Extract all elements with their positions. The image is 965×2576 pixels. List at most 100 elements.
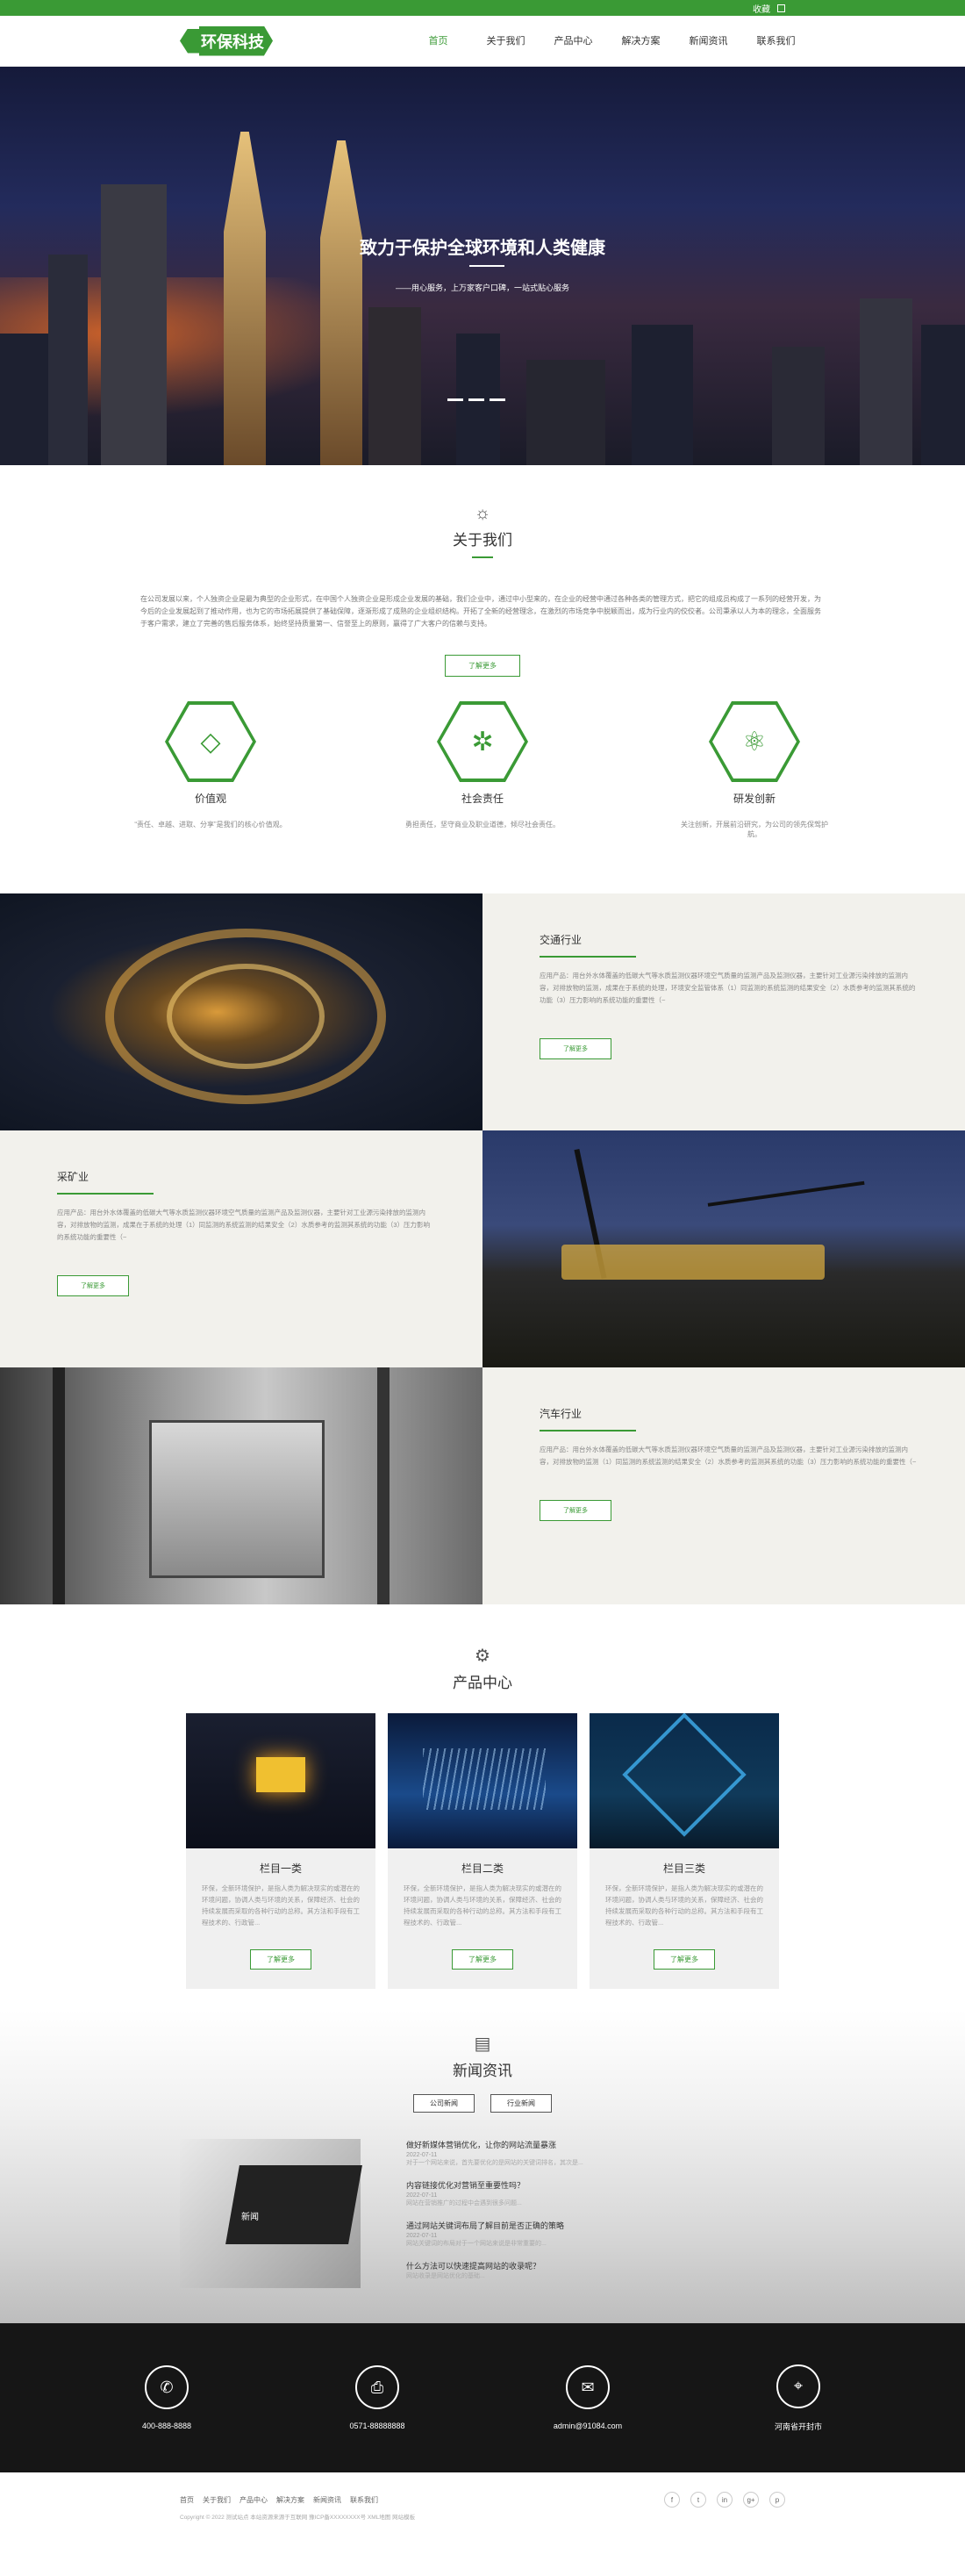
hero-divider xyxy=(469,265,504,267)
copyright: Copyright © 2022 测试站点 本站资源来源于互联网 豫ICP备XX… xyxy=(180,2515,416,2521)
news-body: 新闻 做好新媒体营销优化，让你的网站流量暴涨 2022-07-11 对于一个网站… xyxy=(180,2139,785,2293)
sun-icon: ☼ xyxy=(474,504,491,523)
factory-equipment-image xyxy=(0,1367,482,1604)
main-nav: 首页 关于我们 产品中心 解决方案 新闻资讯 联系我们 xyxy=(404,16,810,67)
news-item[interactable]: 通过网站关键词布局了解目前是否正确的策略 2022-07-11 网站关键词的布局… xyxy=(406,2220,785,2248)
twin-tower-left xyxy=(224,132,266,465)
building-silhouette xyxy=(0,334,53,465)
google-plus-icon[interactable]: g+ xyxy=(743,2492,759,2508)
nav-item-contact[interactable]: 联系我们 xyxy=(742,16,810,67)
about-section: ☼ 关于我们 在公司发展以来，个人独资企业是最为典型的企业形式，在中国个人独资企… xyxy=(0,465,965,893)
nav-item-solutions[interactable]: 解决方案 xyxy=(607,16,675,67)
tab-company-news[interactable]: 公司新闻 xyxy=(413,2094,475,2113)
industry-more-button[interactable]: 了解更多 xyxy=(57,1275,129,1296)
favorite-link[interactable]: 收藏 xyxy=(753,2,770,15)
gears-icon: ⚙ xyxy=(475,1647,490,1666)
news-item-date: 2022-07-11 xyxy=(406,2192,438,2199)
nav-item-news[interactable]: 新闻资讯 xyxy=(675,16,742,67)
carousel-dot[interactable] xyxy=(468,398,484,401)
value-item: ✲ 社会责任 勇担责任，坚守商业及职业道德，倾尽社会责任。 xyxy=(404,701,561,839)
about-title: 关于我们 xyxy=(453,532,512,549)
news-item-title: 内容链接优化对营销至重要性吗？ xyxy=(406,2181,525,2190)
nav-item-about[interactable]: 关于我们 xyxy=(472,16,540,67)
carousel-dot[interactable] xyxy=(490,398,505,401)
product-more-button[interactable]: 了解更多 xyxy=(250,1949,311,1970)
value-title: 社会责任 xyxy=(461,793,504,805)
news-item-date: 2022-07-11 xyxy=(406,2152,438,2158)
product-image-digital xyxy=(388,1713,577,1848)
industry-underline xyxy=(540,956,636,958)
product-card[interactable]: 栏目一类 环保，全新环境保护，是指人类为解决现实的或潜在的环境问题，协调人类与环… xyxy=(186,1713,375,1989)
product-more-button[interactable]: 了解更多 xyxy=(452,1949,513,1970)
value-desc: “责任、卓越、进取、分享”是我们的核心价值观。 xyxy=(134,821,287,829)
industry-underline xyxy=(57,1193,154,1195)
carousel-dots xyxy=(447,398,505,401)
building-silhouette xyxy=(772,347,825,465)
about-more-button[interactable]: 了解更多 xyxy=(445,655,520,677)
news-section: ▤ 新闻资讯 公司新闻 行业新闻 新闻 做好新媒体营销优化，让你的网站流量暴涨 … xyxy=(0,2010,965,2323)
twitter-icon[interactable]: t xyxy=(690,2492,706,2508)
industry-text: 采矿业 应用产品：用台外水体覆盖的低碳大气等水质监测仪器环境空气质量的监测产品及… xyxy=(0,1130,482,1367)
news-item[interactable]: 什么方法可以快速提高网站的收录呢？ 网站收录是网站优化的基础... xyxy=(406,2260,785,2280)
contact-mail-text: admin@91084.com xyxy=(553,2422,623,2430)
footer-link-solutions[interactable]: 解决方案 xyxy=(276,2495,304,2505)
news-image-caption: 新闻 xyxy=(241,2213,259,2222)
product-more-button[interactable]: 了解更多 xyxy=(654,1949,715,1970)
product-title: 栏目二类 xyxy=(461,1862,504,1875)
industry-more-button[interactable]: 了解更多 xyxy=(540,1038,611,1059)
nav-item-products[interactable]: 产品中心 xyxy=(540,16,607,67)
hero-banner: 致力于保护全球环境和人类健康 ——用心服务，上万家客户口碑，一站式贴心服务 xyxy=(0,67,965,465)
tab-industry-news[interactable]: 行业新闻 xyxy=(490,2094,552,2113)
product-card[interactable]: 栏目二类 环保，全新环境保护，是指人类为解决现实的或潜在的环境问题，协调人类与环… xyxy=(388,1713,577,1989)
news-item-desc: 网站在营销推广的过程中会遇到很多问题... xyxy=(406,2200,522,2206)
carousel-dot[interactable] xyxy=(447,398,463,401)
hexagon-frame: ✲ xyxy=(437,701,528,782)
news-item-desc: 网站收录是网站优化的基础... xyxy=(406,2273,485,2279)
footer-link-contact[interactable]: 联系我们 xyxy=(350,2495,378,2505)
twin-tower-right xyxy=(320,140,362,465)
contact-fax-text: 0571-88888888 xyxy=(349,2422,405,2430)
close-icon[interactable] xyxy=(777,4,785,12)
footer-link-home[interactable]: 首页 xyxy=(180,2495,194,2505)
news-item[interactable]: 内容链接优化对营销至重要性吗？ 2022-07-11 网站在营销推广的过程中会遇… xyxy=(406,2179,785,2207)
footer-link-about[interactable]: 关于我们 xyxy=(203,2495,231,2505)
industry-desc: 应用产品：用台外水体覆盖的低碳大气等水质监测仪器环境空气质量的监测产品及监测仪器… xyxy=(57,1209,431,1241)
value-item: ⚛ 研发创新 关注创新，开展前沿研究，为公司的领先保驾护航。 xyxy=(676,701,833,839)
products-section: ⚙ 产品中心 栏目一类 环保，全新环境保护，是指人类为解决现实的或潜在的环境问题… xyxy=(0,1604,965,2010)
phone-icon: ✆ xyxy=(145,2365,189,2409)
contact-location: ⌖ 河南省开封市 xyxy=(750,2364,847,2432)
product-card[interactable]: 栏目三类 环保，全新环境保护，是指人类为解决现实的或潜在的环境问题，协调人类与环… xyxy=(590,1713,779,1989)
mail-icon: ✉ xyxy=(566,2365,610,2409)
industry-more-button[interactable]: 了解更多 xyxy=(540,1500,611,1521)
nav-item-home[interactable]: 首页 xyxy=(404,16,472,67)
facebook-icon[interactable]: f xyxy=(664,2492,680,2508)
contact-phone: ✆ 400-888-8888 xyxy=(118,2365,215,2430)
industry-row-mining: 采矿业 应用产品：用台外水体覆盖的低碳大气等水质监测仪器环境空气质量的监测产品及… xyxy=(0,1130,965,1367)
industry-text: 交通行业 应用产品：用台外水体覆盖的低碳大气等水质监测仪器环境空气质量的监测产品… xyxy=(482,893,965,1130)
industry-text: 汽车行业 应用产品：用台外水体覆盖的低碳大气等水质监测仪器环境空气质量的监测产品… xyxy=(482,1367,965,1604)
fax-icon: ⎙ xyxy=(355,2365,399,2409)
building-silhouette xyxy=(632,325,693,465)
news-feature-image[interactable]: 新闻 xyxy=(180,2139,362,2288)
news-item-date: 2022-07-11 xyxy=(406,2233,438,2239)
news-item-title: 通过网站关键词布局了解目前是否正确的策略 xyxy=(406,2221,565,2230)
building-silhouette xyxy=(101,184,167,465)
footer-link-products[interactable]: 产品中心 xyxy=(239,2495,268,2505)
network-icon: ✲ xyxy=(440,705,525,779)
industry-desc: 应用产品：用台外水体覆盖的低碳大气等水质监测仪器环境空气质量的监测产品及监测仪器… xyxy=(540,972,916,1004)
footer-link-news[interactable]: 新闻资讯 xyxy=(313,2495,341,2505)
linkedin-icon[interactable]: in xyxy=(717,2492,733,2508)
logo[interactable]: 环保科技 xyxy=(180,25,273,56)
industry-title: 交通行业 xyxy=(540,934,583,946)
industry-row-automotive: 汽车行业 应用产品：用台外水体覆盖的低碳大气等水质监测仪器环境空气质量的监测产品… xyxy=(0,1367,965,1604)
news-tabs: 公司新闻 行业新闻 xyxy=(0,2094,965,2113)
news-title: 新闻资讯 xyxy=(453,2063,512,2079)
top-bar: 收藏 xyxy=(0,0,965,16)
product-desc: 环保，全新环境保护，是指人类为解决现实的或潜在的环境问题，协调人类与环境的关系，… xyxy=(605,1884,763,1927)
industry-title: 汽车行业 xyxy=(540,1408,583,1420)
pinterest-icon[interactable]: p xyxy=(769,2492,785,2508)
news-item[interactable]: 做好新媒体营销优化，让你的网站流量暴涨 2022-07-11 对于一个网站来说，… xyxy=(406,2139,785,2167)
contact-fax: ⎙ 0571-88888888 xyxy=(329,2365,425,2430)
product-desc: 环保，全新环境保护，是指人类为解决现实的或潜在的环境问题，协调人类与环境的关系，… xyxy=(202,1884,360,1927)
products-title: 产品中心 xyxy=(453,1675,512,1691)
